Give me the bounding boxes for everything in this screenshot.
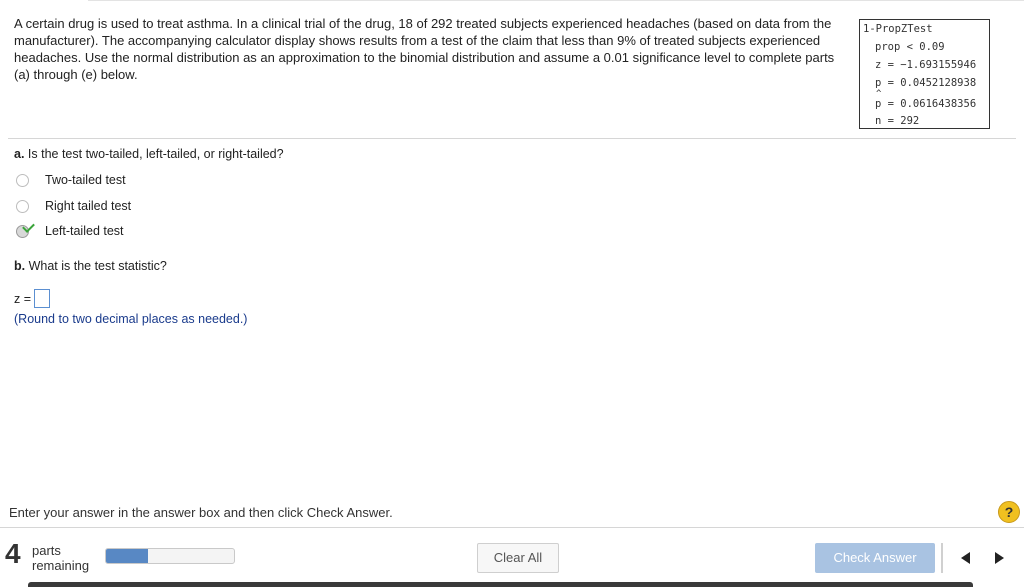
option-two-tailed[interactable]: Two-tailed test xyxy=(16,171,126,189)
parts-label-1: parts xyxy=(32,543,61,558)
calc-n: n = 292 xyxy=(875,115,920,127)
bottom-bar xyxy=(28,582,973,587)
footer-divider xyxy=(0,527,1024,528)
part-a-question: a. Is the test two-tailed, left-tailed, … xyxy=(14,147,284,161)
part-a-label: a. xyxy=(14,147,25,161)
calc-phat-value: = 0.0616438356 xyxy=(881,98,977,110)
z-label: z = xyxy=(14,291,32,306)
radio-left-tailed[interactable] xyxy=(16,219,35,238)
calc-phat-symbol: p xyxy=(875,89,882,110)
section-divider xyxy=(8,138,1016,139)
part-a-text: Is the test two-tailed, left-tailed, or … xyxy=(24,147,284,161)
calc-z: z = −1.693155946 xyxy=(875,59,977,71)
radio-two-tailed[interactable] xyxy=(16,173,29,187)
parts-remaining-label: parts remaining xyxy=(32,543,89,573)
part-b-text: What is the test statistic? xyxy=(25,259,167,273)
radio-right-tailed[interactable] xyxy=(16,199,29,213)
previous-button[interactable] xyxy=(951,543,981,573)
z-answer-input[interactable] xyxy=(34,289,51,308)
parts-remaining-count: 4 xyxy=(5,538,21,569)
progress-fill xyxy=(106,549,149,563)
parts-label-2: remaining xyxy=(32,558,90,573)
check-answer-button[interactable]: Check Answer xyxy=(815,543,935,573)
z-answer-row: z = xyxy=(14,289,51,308)
option-right-tailed[interactable]: Right tailed test xyxy=(16,197,131,215)
nav-separator xyxy=(941,543,943,573)
progress-bar xyxy=(105,548,235,564)
help-icon[interactable]: ? xyxy=(998,501,1020,523)
option-left-tailed-label: Left-tailed test xyxy=(45,224,124,238)
calculator-display: 1-PropZTest prop < 0.09 z = −1.693155946… xyxy=(859,19,990,129)
rounding-hint: (Round to two decimal places as needed.) xyxy=(14,312,248,326)
instruction-text: Enter your answer in the answer box and … xyxy=(9,505,393,520)
calc-p: p = 0.0452128938 xyxy=(875,77,977,89)
calc-phat: p = 0.0616438356 xyxy=(875,89,977,110)
top-divider xyxy=(88,0,1024,1)
calc-prop: prop < 0.09 xyxy=(875,41,945,53)
correct-check-icon xyxy=(22,219,35,233)
next-arrow-icon xyxy=(995,552,1004,564)
part-b-label: b. xyxy=(14,259,26,273)
option-right-tailed-label: Right tailed test xyxy=(45,199,132,213)
next-button[interactable] xyxy=(984,543,1014,573)
question-text: A certain drug is used to treat asthma. … xyxy=(14,16,835,82)
option-left-tailed[interactable]: Left-tailed test xyxy=(16,219,124,240)
part-b-question: b. What is the test statistic? xyxy=(14,259,167,273)
previous-arrow-icon xyxy=(961,552,970,564)
option-two-tailed-label: Two-tailed test xyxy=(45,173,126,187)
clear-all-button[interactable]: Clear All xyxy=(477,543,559,573)
calc-title: 1-PropZTest xyxy=(863,23,933,35)
